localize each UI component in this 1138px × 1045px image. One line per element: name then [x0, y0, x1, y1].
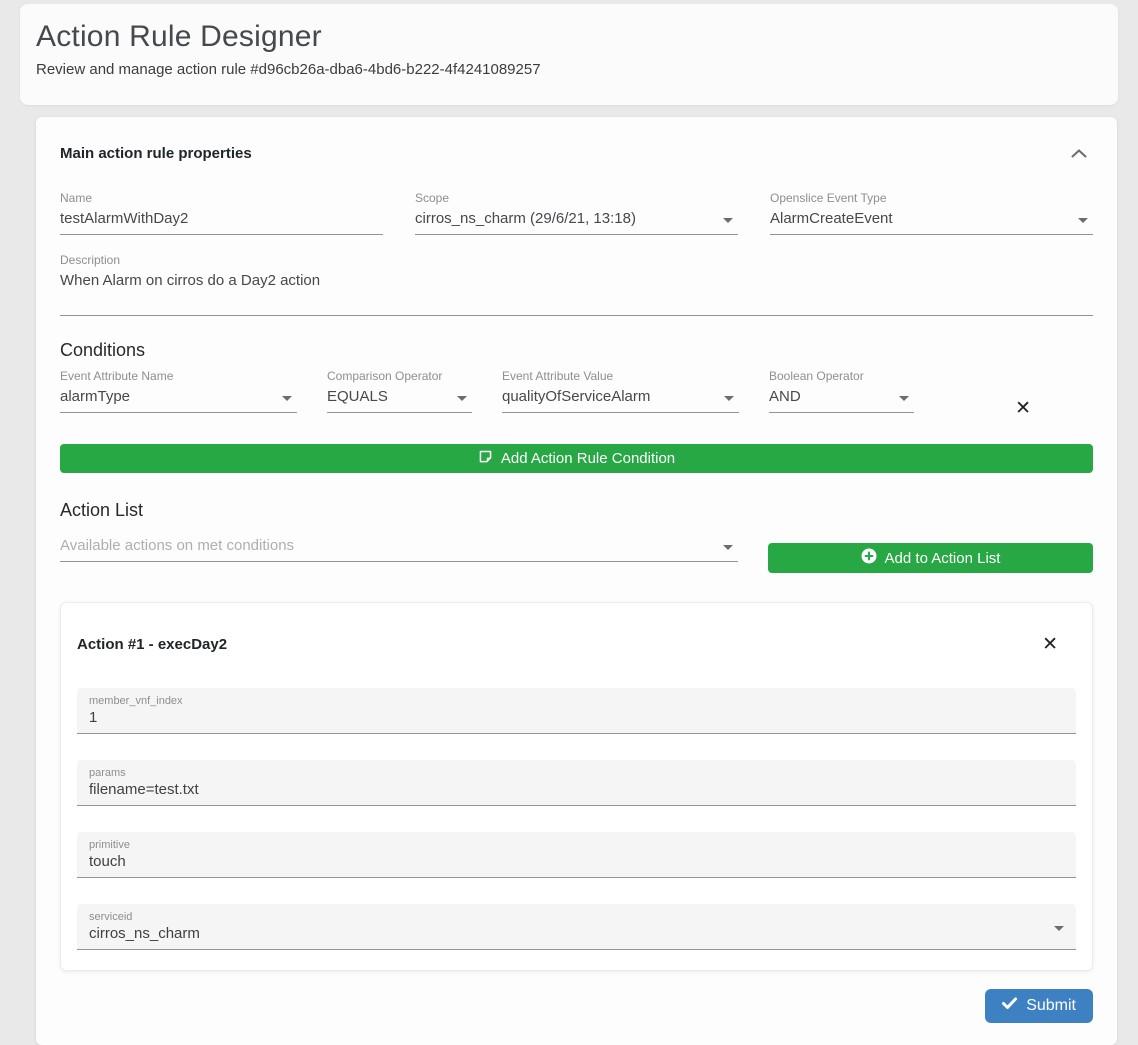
boolean-operator-select[interactable]: Boolean Operator AND — [769, 369, 914, 413]
member-vnf-index-label: member_vnf_index — [89, 695, 1064, 707]
event-attribute-name-value[interactable]: alarmType — [60, 386, 297, 413]
params-field[interactable]: params filename=test.txt — [77, 760, 1076, 806]
event-type-label: Openslice Event Type — [770, 191, 1093, 205]
comparison-operator-value[interactable]: EQUALS — [327, 386, 472, 413]
close-icon: ✕ — [1015, 398, 1031, 419]
action-card: Action #1 - execDay2 ✕ member_vnf_index … — [60, 602, 1093, 971]
action-rule-form-card: Main action rule properties Name testAla… — [36, 117, 1117, 1045]
serviceid-select[interactable]: serviceid cirros_ns_charm — [77, 904, 1076, 950]
dropdown-arrow-icon — [723, 218, 733, 223]
primitive-field[interactable]: primitive touch — [77, 832, 1076, 878]
add-condition-button[interactable]: Add Action Rule Condition — [60, 444, 1093, 473]
scope-value[interactable]: cirros_ns_charm (29/6/21, 13:18) — [415, 208, 738, 235]
event-attribute-name-label: Event Attribute Name — [60, 369, 297, 383]
event-type-select[interactable]: Openslice Event Type AlarmCreateEvent — [770, 191, 1093, 235]
boolean-operator-value[interactable]: AND — [769, 386, 914, 413]
submit-button-label: Submit — [1026, 997, 1076, 1015]
add-to-action-list-button[interactable]: Add to Action List — [768, 543, 1093, 573]
dropdown-arrow-icon — [899, 396, 909, 401]
collapse-section-button[interactable] — [1065, 141, 1093, 167]
member-vnf-index-field[interactable]: member_vnf_index 1 — [77, 688, 1076, 734]
event-attribute-value-label: Event Attribute Value — [502, 369, 739, 383]
submit-button[interactable]: Submit — [985, 989, 1093, 1023]
dropdown-arrow-icon — [1054, 926, 1064, 931]
serviceid-value[interactable]: cirros_ns_charm — [89, 925, 1064, 943]
comparison-operator-label: Comparison Operator — [327, 369, 472, 383]
name-input[interactable]: testAlarmWithDay2 — [60, 208, 383, 235]
description-input[interactable]: When Alarm on cirros do a Day2 action — [60, 270, 1093, 316]
description-field[interactable]: Description When Alarm on cirros do a Da… — [60, 253, 1093, 316]
chevron-up-icon — [1071, 145, 1087, 162]
params-input[interactable]: filename=test.txt — [89, 781, 1064, 799]
close-icon: ✕ — [1042, 634, 1058, 655]
note-icon — [478, 449, 493, 468]
member-vnf-index-input[interactable]: 1 — [89, 709, 1064, 727]
serviceid-label: serviceid — [89, 911, 1064, 923]
name-label: Name — [60, 191, 383, 205]
page-title: Action Rule Designer — [36, 20, 1102, 54]
event-attribute-value-select[interactable]: Event Attribute Value qualityOfServiceAl… — [502, 369, 739, 413]
condition-row: Event Attribute Name alarmType Compariso… — [60, 369, 1093, 422]
description-label: Description — [60, 253, 1093, 267]
primitive-label: primitive — [89, 839, 1064, 851]
remove-condition-button[interactable]: ✕ — [1011, 395, 1035, 422]
scope-select[interactable]: Scope cirros_ns_charm (29/6/21, 13:18) — [415, 191, 738, 235]
dropdown-arrow-icon — [724, 396, 734, 401]
boolean-operator-label: Boolean Operator — [769, 369, 914, 383]
event-attribute-value-value[interactable]: qualityOfServiceAlarm — [502, 386, 739, 413]
add-condition-button-label: Add Action Rule Condition — [501, 450, 675, 467]
add-to-action-list-label: Add to Action List — [885, 550, 1001, 567]
check-icon — [1002, 997, 1017, 1015]
plus-circle-icon — [861, 548, 877, 568]
conditions-heading: Conditions — [60, 340, 1093, 361]
primitive-input[interactable]: touch — [89, 853, 1064, 871]
dropdown-arrow-icon — [457, 396, 467, 401]
event-type-value[interactable]: AlarmCreateEvent — [770, 208, 1093, 235]
available-actions-placeholder[interactable]: Available actions on met conditions — [60, 535, 738, 562]
dropdown-arrow-icon — [1078, 218, 1088, 223]
comparison-operator-select[interactable]: Comparison Operator EQUALS — [327, 369, 472, 413]
params-label: params — [89, 767, 1064, 779]
main-properties-heading: Main action rule properties — [60, 141, 252, 162]
page-header: Action Rule Designer Review and manage a… — [20, 4, 1118, 105]
dropdown-arrow-icon — [723, 545, 733, 550]
action-list-heading: Action List — [60, 500, 1093, 521]
event-attribute-name-select[interactable]: Event Attribute Name alarmType — [60, 369, 297, 413]
scope-label: Scope — [415, 191, 738, 205]
page-subtitle: Review and manage action rule #d96cb26a-… — [36, 61, 1102, 78]
name-field[interactable]: Name testAlarmWithDay2 — [60, 191, 383, 235]
dropdown-arrow-icon — [282, 396, 292, 401]
available-actions-select[interactable]: Available actions on met conditions — [60, 535, 738, 562]
remove-action-button[interactable]: ✕ — [1038, 631, 1062, 658]
action-card-title: Action #1 - execDay2 — [77, 636, 227, 653]
